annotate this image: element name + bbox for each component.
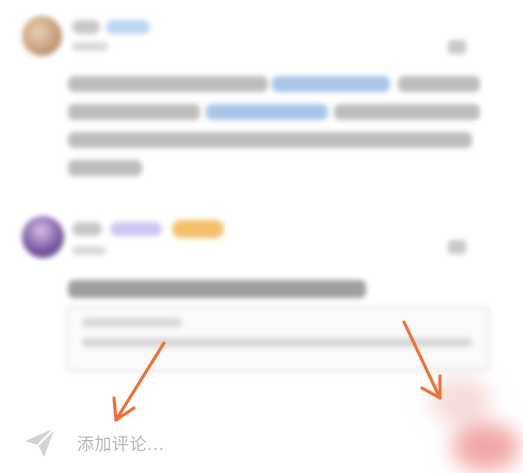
level-badge	[172, 220, 224, 238]
vip-badge	[110, 222, 162, 236]
avatar[interactable]	[22, 16, 62, 56]
thumbs-up-icon[interactable]	[448, 40, 466, 54]
comment-text	[68, 160, 142, 176]
comment-text	[68, 132, 472, 148]
comment-text	[334, 104, 480, 120]
send-icon[interactable]	[22, 424, 58, 460]
comment-input-placeholder[interactable]: 添加评论...	[77, 430, 165, 455]
comment-text	[68, 280, 366, 298]
comment-timestamp	[72, 246, 106, 255]
user-badge	[106, 20, 150, 34]
username[interactable]	[72, 20, 100, 34]
comment-screen: 添加评论...	[0, 0, 523, 473]
username[interactable]	[72, 222, 102, 236]
comment-text	[398, 76, 480, 92]
comment-list	[0, 0, 523, 410]
thumbs-up-icon[interactable]	[448, 240, 466, 254]
comment-timestamp	[72, 42, 108, 51]
comment-text	[68, 104, 200, 120]
quoted-author	[82, 318, 182, 327]
comment-link[interactable]	[272, 76, 390, 92]
submit-button[interactable]	[420, 365, 520, 473]
quoted-text	[82, 338, 472, 347]
quoted-reply[interactable]	[66, 306, 490, 372]
avatar[interactable]	[22, 216, 64, 258]
comment-link[interactable]	[206, 104, 328, 120]
comment-text	[68, 76, 268, 92]
